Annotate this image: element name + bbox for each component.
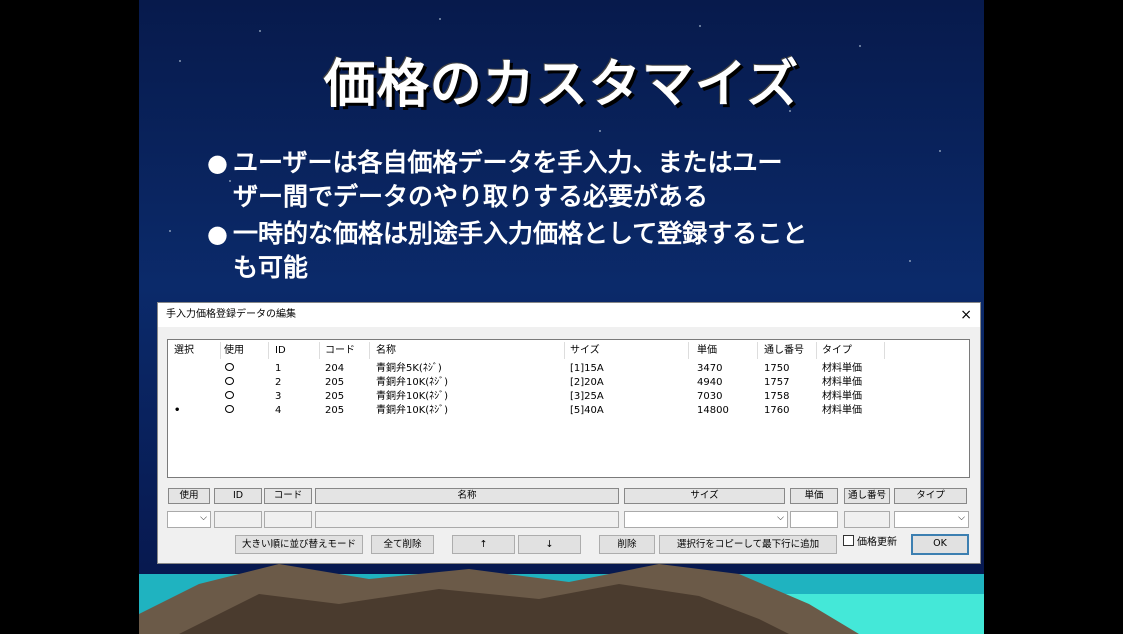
code-field <box>264 511 312 528</box>
row-price: 4940 <box>697 377 723 388</box>
col-header-price[interactable]: 単価 <box>697 342 758 359</box>
size-dropdown[interactable]: ⌵ <box>624 511 788 528</box>
bullet-text-line: ユーザーは各自価格データを手入力、またはユー <box>233 148 783 177</box>
delete-button[interactable]: 削除 <box>599 535 655 554</box>
row-code: 204 <box>325 363 345 374</box>
id-field <box>214 511 262 528</box>
row-name: 青銅弁5K(ﾈｼﾞ) <box>376 363 442 374</box>
size-label: サイズ <box>624 488 785 504</box>
close-icon[interactable]: × <box>960 303 972 327</box>
col-header-size[interactable]: サイズ <box>570 342 689 359</box>
row-id: 1 <box>275 363 282 374</box>
col-header-type[interactable]: タイプ <box>822 342 885 359</box>
type-dropdown[interactable]: ⌵ <box>894 511 969 528</box>
price-input[interactable] <box>790 511 838 528</box>
sort-mode-button[interactable]: 大きい順に並び替えモード <box>235 535 363 554</box>
row-code: 205 <box>325 377 345 388</box>
chevron-down-icon: ⌵ <box>200 513 207 523</box>
chevron-down-icon: ⌵ <box>958 513 965 523</box>
row-code: 205 <box>325 405 345 416</box>
row-name: 青銅弁10K(ﾈｼﾞ) <box>376 391 449 402</box>
delete-all-button[interactable]: 全て削除 <box>371 535 434 554</box>
col-header-id[interactable]: ID <box>275 342 320 359</box>
move-down-button[interactable]: ↓ <box>518 535 581 554</box>
use-radio[interactable] <box>225 362 234 376</box>
checkbox-box[interactable] <box>843 535 854 546</box>
col-header-use[interactable]: 使用 <box>224 342 269 359</box>
row-size: [3]25A <box>570 391 604 402</box>
id-label: ID <box>214 488 262 504</box>
price-edit-dialog: 手入力価格登録データの編集 × 選択 使用 ID コード 名称 サイズ 単価 通… <box>157 302 981 564</box>
bullet-list: ● ユーザーは各自価格データを手入力、またはユー ザー間でデータのやり取りする必… <box>207 146 927 288</box>
row-price: 7030 <box>697 391 723 402</box>
price-update-checkbox[interactable]: 価格更新 <box>843 535 897 551</box>
slide-title: 価格のカスタマイズ <box>323 55 800 115</box>
row-serial: 1757 <box>764 377 790 388</box>
bullet-marker: ● <box>207 220 228 248</box>
copy-append-button[interactable]: 選択行をコピーして最下行に追加 <box>659 535 837 554</box>
name-label: 名称 <box>315 488 619 504</box>
use-radio[interactable] <box>225 376 234 390</box>
row-serial: 1758 <box>764 391 790 402</box>
row-type: 材料単価 <box>822 363 862 374</box>
row-type: 材料単価 <box>822 405 862 416</box>
use-label: 使用 <box>168 488 210 504</box>
chevron-down-icon: ⌵ <box>777 513 784 523</box>
bullet-text-line: も可能 <box>233 253 309 282</box>
row-type: 材料単価 <box>822 391 862 402</box>
bullet-marker: ● <box>207 149 228 177</box>
row-price: 3470 <box>697 363 723 374</box>
bullet-text-line: ザー間でデータのやり取りする必要がある <box>233 182 709 211</box>
row-price: 14800 <box>697 405 729 416</box>
serial-label: 通し番号 <box>844 488 890 504</box>
row-serial: 1760 <box>764 405 790 416</box>
use-radio[interactable] <box>225 390 234 404</box>
dialog-titlebar: 手入力価格登録データの編集 × <box>158 303 980 327</box>
bullet-text-line: 一時的な価格は別途手入力価格として登録すること <box>233 219 808 248</box>
col-header-serial[interactable]: 通し番号 <box>764 342 817 359</box>
name-field <box>315 511 619 528</box>
row-code: 205 <box>325 391 345 402</box>
serial-field <box>844 511 890 528</box>
dialog-title: 手入力価格登録データの編集 <box>166 309 296 320</box>
row-id: 4 <box>275 405 282 416</box>
price-list[interactable]: 選択 使用 ID コード 名称 サイズ 単価 通し番号 タイプ 1 204 青銅… <box>167 339 970 478</box>
price-label: 単価 <box>790 488 838 504</box>
row-select-mark: • <box>174 405 181 416</box>
price-update-label: 価格更新 <box>857 537 897 548</box>
col-header-code[interactable]: コード <box>325 342 370 359</box>
ok-button[interactable]: OK <box>911 534 969 555</box>
col-header-name[interactable]: 名称 <box>376 342 565 359</box>
row-name: 青銅弁10K(ﾈｼﾞ) <box>376 377 449 388</box>
row-id: 3 <box>275 391 282 402</box>
row-size: [2]20A <box>570 377 604 388</box>
use-radio[interactable] <box>225 404 234 418</box>
row-size: [1]15A <box>570 363 604 374</box>
bullet-item: ● 一時的な価格は別途手入力価格として登録すること も可能 <box>207 217 927 285</box>
row-serial: 1750 <box>764 363 790 374</box>
type-label: タイプ <box>894 488 967 504</box>
use-dropdown[interactable]: ⌵ <box>167 511 211 528</box>
row-size: [5]40A <box>570 405 604 416</box>
move-up-button[interactable]: ↑ <box>452 535 515 554</box>
bullet-item: ● ユーザーは各自価格データを手入力、またはユー ザー間でデータのやり取りする必… <box>207 146 927 214</box>
col-header-select[interactable]: 選択 <box>174 342 221 359</box>
code-label: コード <box>264 488 312 504</box>
row-name: 青銅弁10K(ﾈｼﾞ) <box>376 405 449 416</box>
row-id: 2 <box>275 377 282 388</box>
row-type: 材料単価 <box>822 377 862 388</box>
